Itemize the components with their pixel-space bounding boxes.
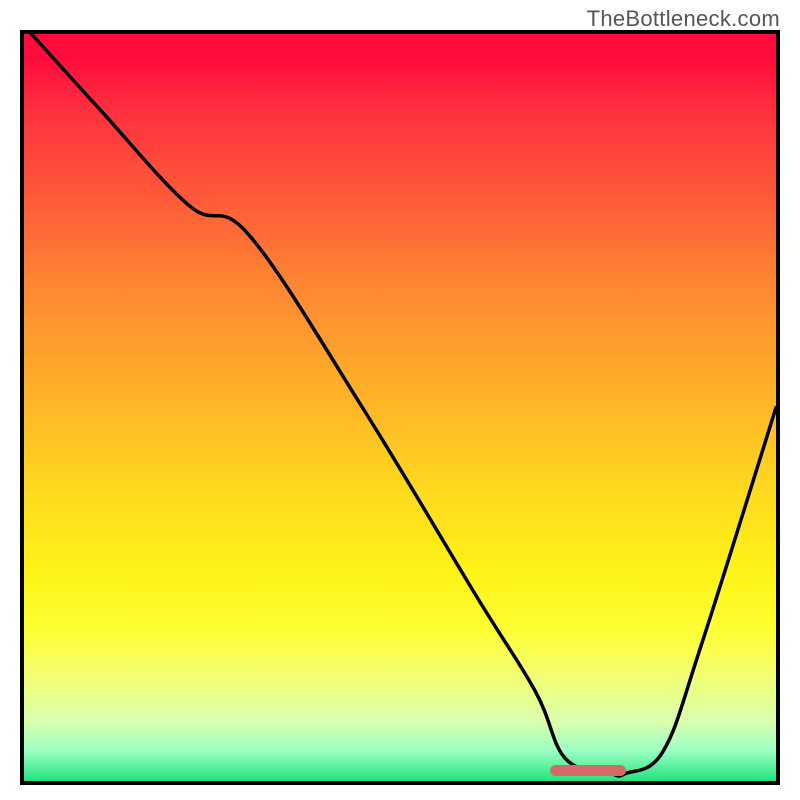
curve-layer [24, 34, 776, 781]
watermark-text: TheBottleneck.com [587, 6, 780, 32]
bottleneck-curve-path [32, 34, 776, 776]
optimal-range-marker [550, 765, 625, 776]
plot-area [20, 30, 780, 785]
chart-container: TheBottleneck.com [0, 0, 800, 800]
